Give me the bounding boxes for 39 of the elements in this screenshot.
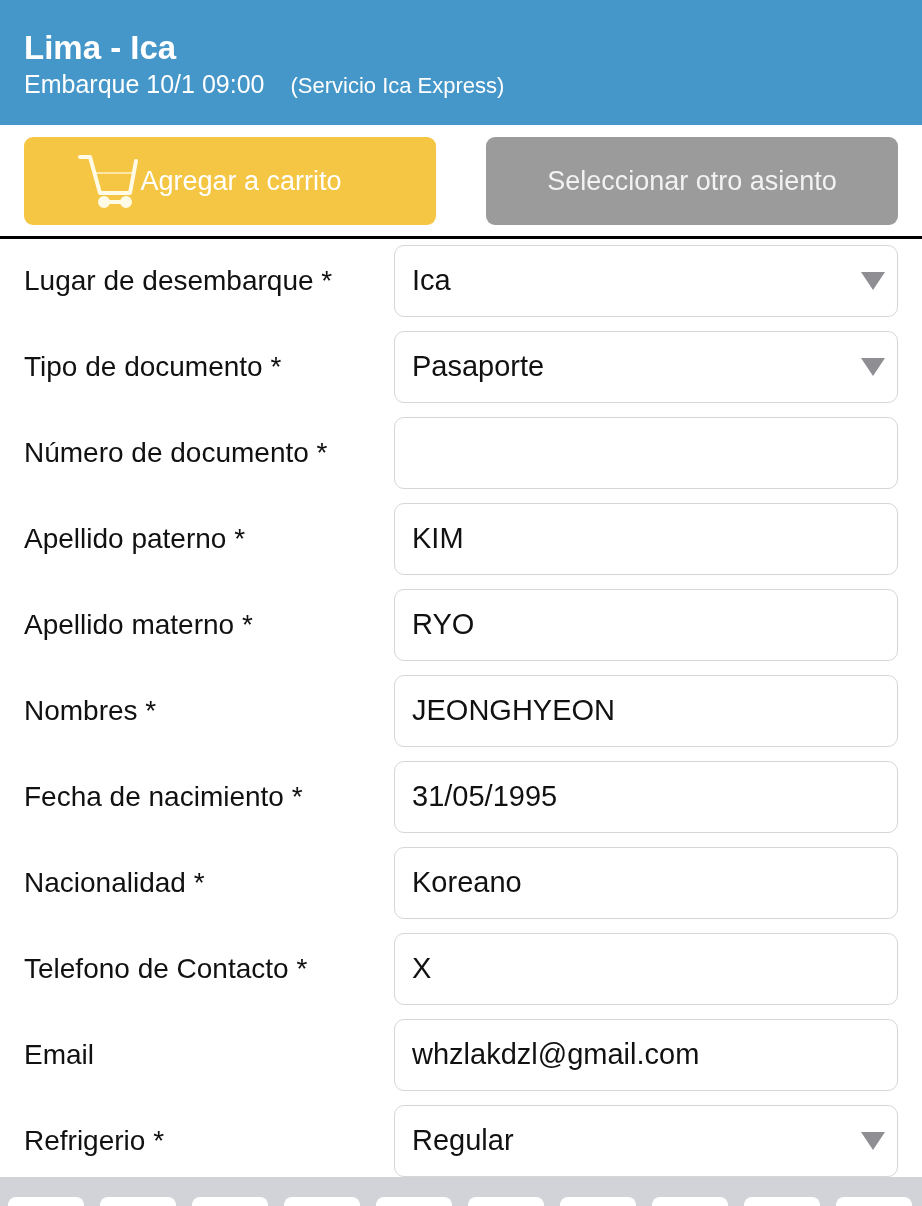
keyboard-key[interactable] [836, 1197, 912, 1206]
keyboard-key[interactable] [376, 1197, 452, 1206]
departure-time: Embarque 10/1 09:00 [24, 68, 265, 100]
keyboard-key[interactable] [8, 1197, 84, 1206]
route-title: Lima - Ica [24, 27, 178, 68]
caret-icon [861, 1132, 885, 1150]
keyboard-key[interactable] [744, 1197, 820, 1206]
keyboard-key[interactable] [652, 1197, 728, 1206]
field-label: Nombres * [24, 694, 157, 728]
input-field[interactable]: KIM [394, 503, 898, 575]
service-name: (Servicio Ica Express) [290, 71, 505, 100]
select-field[interactable]: Ica [394, 245, 898, 317]
field-label: Apellido paterno * [24, 522, 246, 556]
field-label: Tipo de documento * [24, 350, 282, 384]
input-field[interactable]: RYO [394, 589, 898, 661]
keyboard-key[interactable] [560, 1197, 636, 1206]
input-field[interactable]: JEONGHYEON [394, 675, 898, 747]
input-field[interactable] [394, 417, 898, 489]
field-label: Apellido materno * [24, 608, 253, 642]
input-field[interactable]: 31/05/1995 [394, 761, 898, 833]
field-label: Refrigerio * [24, 1124, 165, 1158]
field-label: Lugar de desembarque * [24, 264, 333, 298]
select-field[interactable]: Pasaporte [394, 331, 898, 403]
field-label: Fecha de nacimiento * [24, 780, 303, 814]
input-field[interactable]: X [394, 933, 898, 1005]
input-field[interactable]: Koreano [394, 847, 898, 919]
field-label: Telefono de Contacto * [24, 952, 308, 986]
keyboard-key[interactable] [100, 1197, 176, 1206]
caret-icon [861, 358, 885, 376]
keyboard-key[interactable] [468, 1197, 544, 1206]
keyboard-key[interactable] [192, 1197, 268, 1206]
input-field[interactable]: whzlakdzl@gmail.com [394, 1019, 898, 1091]
keyboard-key[interactable] [284, 1197, 360, 1206]
select-field[interactable]: Regular [394, 1105, 898, 1177]
cart-icon [78, 153, 141, 209]
field-label: Número de documento * [24, 436, 328, 470]
field-label: Email [24, 1038, 94, 1072]
caret-icon [861, 272, 885, 290]
field-label: Nacionalidad * [24, 866, 205, 900]
